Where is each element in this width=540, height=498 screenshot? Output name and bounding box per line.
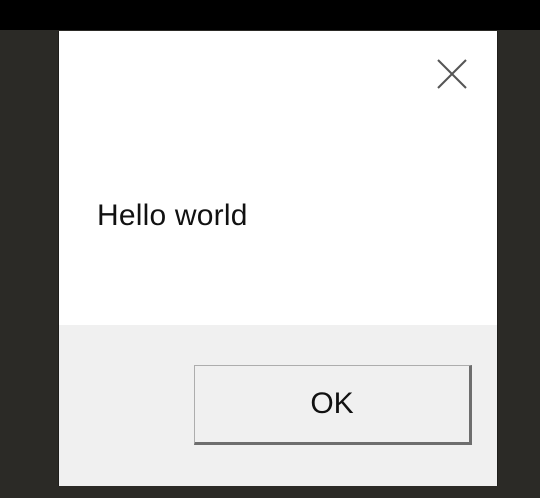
close-icon — [437, 59, 467, 89]
message-text: Hello world — [97, 199, 248, 232]
message-dialog: Hello world OK — [58, 31, 498, 486]
backdrop-bottom-edge — [0, 486, 540, 498]
ok-button[interactable]: OK — [194, 365, 472, 445]
screen: Hello world OK — [0, 0, 540, 498]
close-button[interactable] — [435, 57, 469, 91]
dialog-footer: OK — [59, 325, 497, 486]
